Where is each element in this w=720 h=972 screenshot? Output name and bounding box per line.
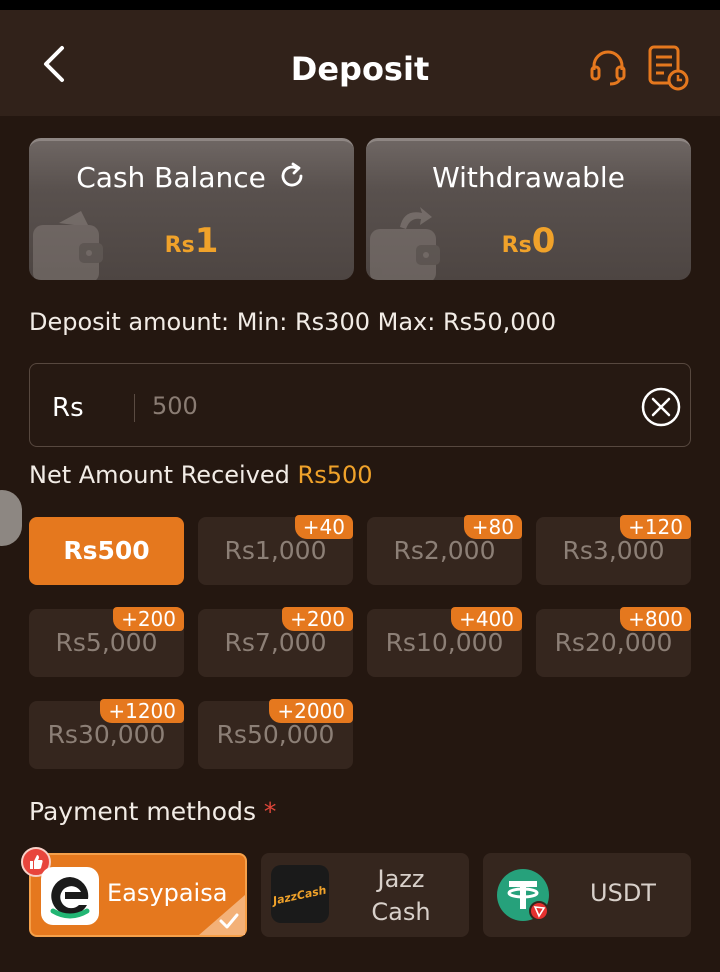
payment-method-easypaisa[interactable]: Easypaisa	[21, 847, 247, 937]
support-button[interactable]	[588, 46, 628, 86]
status-bar	[0, 0, 720, 10]
amount-option-20000[interactable]: +800 Rs20,000	[536, 607, 691, 677]
easypaisa-logo-icon	[41, 867, 99, 925]
refresh-icon	[281, 162, 303, 187]
payment-method-jazzcash[interactable]: JazzCash Jazz Cash	[261, 853, 469, 937]
amount-option-label: Rs10,000	[385, 628, 504, 657]
amount-option-label: Rs7,000	[224, 628, 327, 657]
amount-currency: Rs	[52, 393, 84, 423]
deposit-record-button[interactable]	[646, 44, 690, 92]
amount-option-30000[interactable]: +1200 Rs30,000	[29, 699, 184, 769]
cash-balance-card: Cash Balance Rs1	[29, 138, 354, 280]
tether-logo-icon	[497, 869, 549, 921]
cash-balance-currency: Rs	[164, 233, 195, 258]
header: Deposit	[0, 10, 720, 116]
amount-option-label: Rs3,000	[562, 536, 665, 565]
net-amount-text: Net Amount Received	[29, 461, 290, 489]
cash-balance-number: 1	[194, 221, 219, 261]
cash-balance-value: Rs1	[29, 221, 354, 261]
cash-balance-title: Cash Balance	[29, 161, 354, 194]
floating-handle[interactable]	[0, 490, 22, 546]
document-clock-icon	[648, 45, 689, 91]
cash-balance-label: Cash Balance	[76, 161, 266, 194]
withdrawable-currency: Rs	[501, 233, 532, 258]
net-amount-value: Rs500	[297, 461, 373, 489]
payment-methods-label: Payment methods *	[29, 797, 276, 826]
amount-option-label: Rs1,000	[224, 536, 327, 565]
amount-option-2000[interactable]: +80 Rs2,000	[367, 515, 522, 585]
amount-option-label: Rs2,000	[393, 536, 496, 565]
amount-option-label: Rs50,000	[216, 720, 335, 749]
amount-option-50000[interactable]: +2000 Rs50,000	[198, 699, 353, 769]
jazzcash-logo-icon: JazzCash	[270, 865, 329, 923]
withdrawable-card: Withdrawable Rs0	[366, 138, 691, 280]
clear-button[interactable]	[640, 386, 682, 428]
withdrawable-value: Rs0	[366, 221, 691, 261]
amount-option-500[interactable]: Rs500	[29, 517, 184, 585]
payment-method-usdt[interactable]: USDT	[483, 853, 691, 937]
amount-input[interactable]	[152, 386, 632, 426]
withdrawable-number: 0	[531, 221, 556, 261]
payment-method-name: USDT	[590, 879, 656, 907]
amount-option-label: Rs5,000	[55, 628, 158, 657]
headset-icon	[590, 50, 626, 86]
amount-option-label: Rs30,000	[47, 720, 166, 749]
payment-methods-text: Payment methods	[29, 797, 256, 826]
payment-method-name: Jazz Cash	[371, 865, 431, 926]
amount-option-7000[interactable]: +200 Rs7,000	[198, 607, 353, 677]
net-amount-label: Net Amount Received Rs500	[29, 461, 373, 489]
amount-option-1000[interactable]: +40 Rs1,000	[198, 515, 353, 585]
amount-option-label: Rs20,000	[554, 628, 673, 657]
amount-option-10000[interactable]: +400 Rs10,000	[367, 607, 522, 677]
divider	[134, 394, 135, 422]
amount-option-label: Rs500	[63, 536, 150, 565]
amount-field[interactable]: Rs	[29, 363, 691, 447]
required-mark: *	[263, 797, 277, 826]
refresh-button[interactable]	[279, 162, 307, 190]
jazzcash-logo-text: JazzCash	[271, 884, 328, 908]
checkmark-icon	[199, 895, 245, 935]
withdrawable-title: Withdrawable	[432, 161, 625, 194]
amount-option-3000[interactable]: +120 Rs3,000	[536, 515, 691, 585]
close-circle-icon	[641, 387, 681, 427]
amount-option-5000[interactable]: +200 Rs5,000	[29, 607, 184, 677]
deposit-range-label: Deposit amount: Min: Rs300 Max: Rs50,000	[29, 308, 557, 336]
